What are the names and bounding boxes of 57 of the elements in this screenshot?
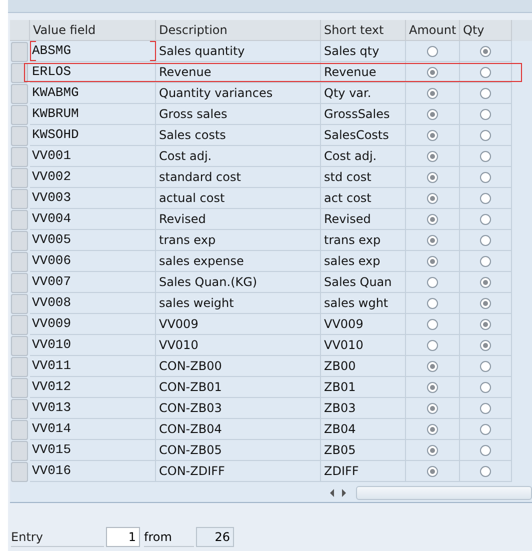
radio-button[interactable]: [427, 256, 438, 266]
radio-button[interactable]: [480, 88, 491, 98]
radio-button[interactable]: [480, 276, 491, 288]
radio-button[interactable]: [427, 340, 438, 350]
radio-button[interactable]: [480, 340, 491, 350]
table-cell: ZDIFF: [321, 461, 406, 482]
radio-button[interactable]: [480, 234, 491, 246]
radio-button[interactable]: [427, 234, 438, 246]
radio-button[interactable]: [427, 172, 438, 182]
row-selector-header: [10, 20, 30, 41]
radio-button[interactable]: [427, 276, 438, 288]
radio-button[interactable]: [480, 466, 491, 476]
radio-button[interactable]: [427, 318, 438, 330]
radio-button[interactable]: [480, 318, 491, 330]
radio-button[interactable]: [480, 108, 491, 120]
column-header[interactable]: Value field: [30, 20, 156, 41]
radio-button[interactable]: [427, 402, 438, 414]
radio-button[interactable]: [427, 298, 438, 308]
radio-button[interactable]: [427, 466, 438, 476]
radio-button[interactable]: [480, 424, 491, 434]
table-cell: CON-ZDIFF: [156, 461, 321, 482]
radio-button[interactable]: [480, 214, 491, 224]
radio-button[interactable]: [427, 444, 438, 456]
column-header[interactable]: Qty: [460, 20, 512, 41]
radio-button[interactable]: [427, 424, 438, 434]
from-label: from: [144, 528, 194, 546]
column-header[interactable]: Description: [156, 20, 321, 41]
radio-button[interactable]: [427, 66, 438, 78]
radio-button[interactable]: [427, 150, 438, 162]
total-count: 26: [196, 527, 234, 547]
radio-button[interactable]: [427, 360, 438, 372]
radio-button[interactable]: [480, 444, 491, 456]
column-header[interactable]: Amount: [406, 20, 460, 41]
radio-button[interactable]: [480, 66, 491, 78]
row-selector[interactable]: [11, 63, 28, 83]
radio-button[interactable]: [427, 214, 438, 224]
radio-button[interactable]: [480, 192, 491, 204]
table-cell[interactable]: VV016: [30, 461, 156, 482]
entry-label: Entry: [11, 528, 104, 546]
radio-button[interactable]: [480, 150, 491, 162]
column-header[interactable]: Short text: [321, 20, 406, 41]
radio-button[interactable]: [427, 192, 438, 204]
radio-button[interactable]: [427, 382, 438, 392]
radio-button[interactable]: [480, 256, 491, 266]
horizontal-scrollbar[interactable]: [356, 486, 532, 500]
radio-button[interactable]: [480, 130, 491, 140]
radio-button[interactable]: [480, 360, 491, 372]
radio-button[interactable]: [427, 46, 438, 56]
radio-button[interactable]: [480, 402, 491, 414]
radio-button[interactable]: [427, 130, 438, 140]
radio-button[interactable]: [480, 172, 491, 182]
radio-button[interactable]: [480, 382, 491, 392]
radio-button[interactable]: [427, 88, 438, 98]
radio-button[interactable]: [480, 298, 491, 308]
entry-field[interactable]: 1: [106, 527, 140, 547]
radio-button[interactable]: [427, 108, 438, 120]
radio-button[interactable]: [480, 46, 491, 56]
